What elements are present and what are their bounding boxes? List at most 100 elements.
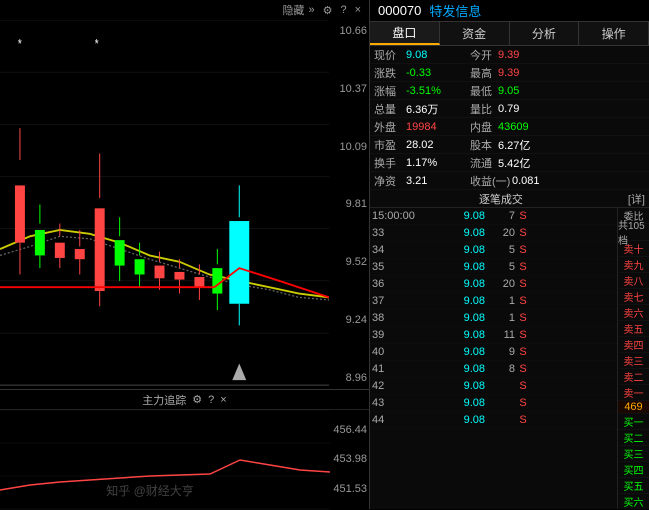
trans-time-8: 39 xyxy=(372,329,437,341)
mai-yi: 卖一 xyxy=(618,385,649,401)
svg-text:*: * xyxy=(18,38,22,51)
label-guben: 股本 xyxy=(470,137,498,153)
trans-vol-7: 1 xyxy=(485,312,515,324)
price-row-shiying: 市盈 28.02 股本 6.27亿 xyxy=(370,136,649,154)
trans-row-5: 36 9.08 20 S xyxy=(370,276,617,293)
hide-button[interactable]: 隐藏 xyxy=(282,2,304,18)
price-row-xianjia: 现价 9.08 今开 9.39 xyxy=(370,46,649,64)
main-chart: 10.66 10.37 10.09 9.81 9.52 9.24 8.96 xyxy=(0,20,369,389)
val-zuidi: 9.05 xyxy=(498,85,519,97)
trans-time-3: 34 xyxy=(372,244,437,256)
trans-time-9: 40 xyxy=(372,346,437,358)
tab-pankou[interactable]: 盘口 xyxy=(370,22,440,45)
mai-liu-buy: 买六 xyxy=(618,494,649,509)
trans-price-3: 9.08 xyxy=(437,244,485,256)
val-huanshou: 1.17% xyxy=(406,157,466,169)
trans-dir-12: S xyxy=(515,397,531,409)
val-shouyi: 0.081 xyxy=(512,175,540,187)
trans-price-5: 9.08 xyxy=(437,278,485,290)
tabs-bar: 盘口 资金 分析 操作 xyxy=(370,22,649,46)
trans-time-1: 15:00:00 xyxy=(372,210,437,222)
indicator-bar: 主力追踪 ⚙ ? × xyxy=(0,389,369,409)
price-info-section: 现价 9.08 今开 9.39 涨跌 -0.33 最高 9.39 涨幅 -3.5… xyxy=(370,46,649,190)
indicator-question-icon[interactable]: ? xyxy=(208,394,214,406)
val-shiying: 28.02 xyxy=(406,139,466,151)
price-badge: 469 xyxy=(618,401,649,414)
val-guben: 6.27亿 xyxy=(498,137,530,153)
tab-fenxi[interactable]: 分析 xyxy=(510,22,580,45)
mai-yi-buy: 买一 xyxy=(618,414,649,430)
mai-wu: 卖五 xyxy=(618,321,649,337)
chart-close-icon[interactable]: × xyxy=(355,4,361,16)
chart-top-bar: 隐藏 » ⚙ ? × xyxy=(0,0,369,20)
mai-er: 卖二 xyxy=(618,369,649,385)
y-label-1: 10.66 xyxy=(332,25,367,37)
sep-label: 逐笔成交 xyxy=(374,191,628,207)
chart-question-icon[interactable]: ? xyxy=(340,4,346,16)
mai-ba: 卖八 xyxy=(618,273,649,289)
val-neipan: 43609 xyxy=(498,121,529,133)
trans-price-12: 9.08 xyxy=(437,397,485,409)
y-label-7: 8.96 xyxy=(332,372,367,384)
sell-buy-column: 委比 共105档 卖十 卖九 卖八 卖七 卖六 卖五 卖四 卖三 卖二 卖一 4… xyxy=(617,208,649,509)
trans-price-4: 9.08 xyxy=(437,261,485,273)
label-liangbi: 量比 xyxy=(470,101,498,117)
trans-dir-6: S xyxy=(515,295,531,307)
tab-zijin[interactable]: 资金 xyxy=(440,22,510,45)
trans-price-13: 9.08 xyxy=(437,414,485,426)
svg-text:知乎 @财经大亨: 知乎 @财经大亨 xyxy=(106,483,194,498)
indicator-close-icon[interactable]: × xyxy=(220,394,226,406)
trans-row-7: 38 9.08 1 S xyxy=(370,310,617,327)
trans-row-9: 40 9.08 9 S xyxy=(370,344,617,361)
trans-time-12: 43 xyxy=(372,397,437,409)
val-liangbi: 0.79 xyxy=(498,103,519,115)
mai-san: 卖三 xyxy=(618,353,649,369)
bottom-y-label-2: 453.98 xyxy=(332,453,367,465)
trans-price-9: 9.08 xyxy=(437,346,485,358)
price-row-zhangdie: 涨跌 -0.33 最高 9.39 xyxy=(370,64,649,82)
trans-price-1: 9.08 xyxy=(437,210,485,222)
hide-arrow: » xyxy=(308,4,314,16)
label-neipan: 内盘 xyxy=(470,119,498,135)
label-liutong: 流通 xyxy=(470,155,498,171)
candle-svg: * * xyxy=(0,20,329,389)
stock-code: 000070 xyxy=(378,3,421,18)
label-shiying: 市盈 xyxy=(374,137,406,153)
trans-time-2: 33 xyxy=(372,227,437,239)
trans-row-10: 41 9.08 8 S xyxy=(370,361,617,378)
trans-row-2: 33 9.08 20 S xyxy=(370,225,617,242)
mai-jiu: 卖九 xyxy=(618,257,649,273)
label-zuidi: 最低 xyxy=(470,83,498,99)
label-shouyi: 收益(一) xyxy=(470,173,512,189)
trans-price-2: 9.08 xyxy=(437,227,485,239)
trans-row-12: 43 9.08 S xyxy=(370,395,617,412)
y-label-6: 9.24 xyxy=(332,314,367,326)
val-jinkau: 9.39 xyxy=(498,49,519,61)
trans-dir-13: S xyxy=(515,414,531,426)
indicator-gear-icon[interactable]: ⚙ xyxy=(192,393,202,406)
mai-qi: 卖七 xyxy=(618,289,649,305)
y-label-2: 10.37 xyxy=(332,83,367,95)
label-waipan: 外盘 xyxy=(374,119,406,135)
label-jingzi: 净资 xyxy=(374,173,406,189)
val-zongliang: 6.36万 xyxy=(406,101,466,117)
trans-dir-2: S xyxy=(515,227,531,239)
trans-time-5: 36 xyxy=(372,278,437,290)
val-jingzi: 3.21 xyxy=(406,175,466,187)
label-zongliang: 总量 xyxy=(374,101,406,117)
trans-vol-6: 1 xyxy=(485,295,515,307)
trans-time-13: 44 xyxy=(372,414,437,426)
sep-detail[interactable]: [详] xyxy=(628,191,645,207)
val-liutong: 5.42亿 xyxy=(498,155,530,171)
trans-row-11: 42 9.08 S xyxy=(370,378,617,395)
tab-caozuo[interactable]: 操作 xyxy=(579,22,649,45)
price-row-huanshou: 换手 1.17% 流通 5.42亿 xyxy=(370,154,649,172)
chart-gear-icon[interactable]: ⚙ xyxy=(323,4,333,17)
trans-time-4: 35 xyxy=(372,261,437,273)
sep-row: 逐笔成交 [详] xyxy=(370,190,649,208)
label-zhangfu: 涨幅 xyxy=(374,83,406,99)
trans-dir-4: S xyxy=(515,261,531,273)
trans-price-8: 9.08 xyxy=(437,329,485,341)
y-label-5: 9.52 xyxy=(332,256,367,268)
trans-time-6: 37 xyxy=(372,295,437,307)
